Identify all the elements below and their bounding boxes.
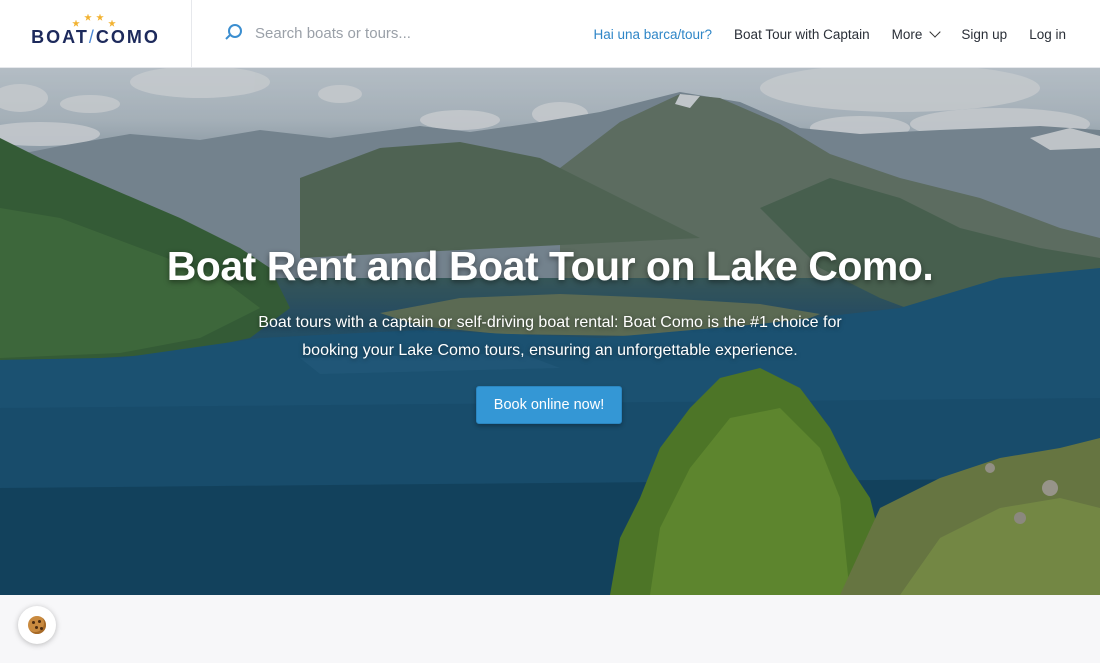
- site-header: BOAT/COMO Hai una barca/tour? Boat Tour …: [0, 0, 1100, 68]
- main-nav: Hai una barca/tour? Boat Tour with Capta…: [593, 0, 1100, 68]
- nav-signup[interactable]: Sign up: [961, 27, 1007, 42]
- nav-more-label: More: [891, 26, 923, 42]
- hero-subtitle: Boat tours with a captain or self-drivin…: [258, 314, 842, 359]
- nav-login[interactable]: Log in: [1029, 27, 1066, 42]
- search-input[interactable]: [255, 25, 555, 42]
- search-icon[interactable]: [224, 23, 246, 45]
- logo-wordmark: BOAT/COMO: [31, 27, 160, 47]
- nav-owner-link[interactable]: Hai una barca/tour?: [593, 27, 712, 42]
- hero-title: Boat Rent and Boat Tour on Lake Como.: [166, 243, 934, 289]
- logo[interactable]: BOAT/COMO: [0, 0, 192, 68]
- nav-more-dropdown[interactable]: More: [891, 26, 942, 42]
- logo-star-icon: [96, 13, 104, 21]
- cookie-settings-button[interactable]: [18, 606, 56, 644]
- hero-section: Boat Rent and Boat Tour on Lake Como. Bo…: [0, 68, 1100, 595]
- page-content-area: [0, 595, 1100, 663]
- cookie-icon: [28, 616, 46, 634]
- book-online-button[interactable]: Book online now!: [476, 386, 622, 424]
- search-bar[interactable]: [224, 14, 564, 54]
- chevron-down-icon: [929, 26, 942, 38]
- logo-star-icon: [84, 13, 92, 21]
- nav-captain-tours[interactable]: Boat Tour with Captain: [734, 27, 870, 42]
